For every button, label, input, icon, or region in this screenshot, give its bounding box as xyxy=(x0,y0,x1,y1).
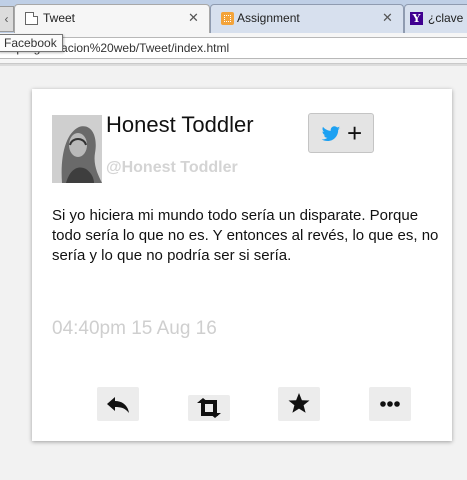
tab-assignment[interactable]: Assignment ✕ xyxy=(210,4,404,33)
tab-tweet[interactable]: Tweet ✕ xyxy=(14,4,210,33)
twitter-bird-icon xyxy=(321,126,341,141)
tweet-card: Honest Toddler @Honest Toddler + Si yo h… xyxy=(32,89,452,441)
orange-app-icon xyxy=(221,12,234,25)
follow-button[interactable]: + xyxy=(308,113,374,153)
retweet-icon xyxy=(197,398,221,418)
tab-yahoo[interactable]: Y ¿clave c xyxy=(404,4,467,33)
star-icon xyxy=(288,393,310,413)
page-divider xyxy=(0,64,467,66)
tweet-timestamp[interactable]: 04:40pm 15 Aug 16 xyxy=(52,318,217,340)
tab-title: Assignment xyxy=(237,11,300,25)
close-icon[interactable]: ✕ xyxy=(382,10,393,26)
yahoo-icon: Y xyxy=(410,12,423,25)
close-icon[interactable]: ✕ xyxy=(188,10,199,26)
reply-button[interactable] xyxy=(97,387,139,421)
retweet-button[interactable] xyxy=(188,395,230,421)
tweet-author-name[interactable]: Honest Toddler xyxy=(106,112,254,138)
address-bar: .../programacion%20web/Tweet/index.html xyxy=(0,33,467,64)
favorite-button[interactable] xyxy=(278,387,320,421)
tab-title: Tweet xyxy=(43,11,76,25)
avatar[interactable] xyxy=(52,115,102,183)
tab-scroll-left-icon[interactable]: ‹ xyxy=(0,6,14,32)
tooltip: Facebook xyxy=(0,34,63,52)
more-button[interactable] xyxy=(369,387,411,421)
url-input[interactable]: .../programacion%20web/Tweet/index.html xyxy=(0,37,467,59)
page-icon xyxy=(25,12,38,25)
tab-title: ¿clave c xyxy=(428,11,467,25)
reply-icon xyxy=(107,397,129,413)
tweet-author-handle[interactable]: @Honest Toddler xyxy=(106,159,238,177)
more-icon xyxy=(380,401,400,407)
browser-tab-strip: ‹ Tweet ✕ Assignment ✕ Y ¿clave c xyxy=(0,0,467,33)
tweet-text: Si yo hiciera mi mundo todo sería un dis… xyxy=(52,207,439,264)
plus-icon: + xyxy=(347,118,363,148)
